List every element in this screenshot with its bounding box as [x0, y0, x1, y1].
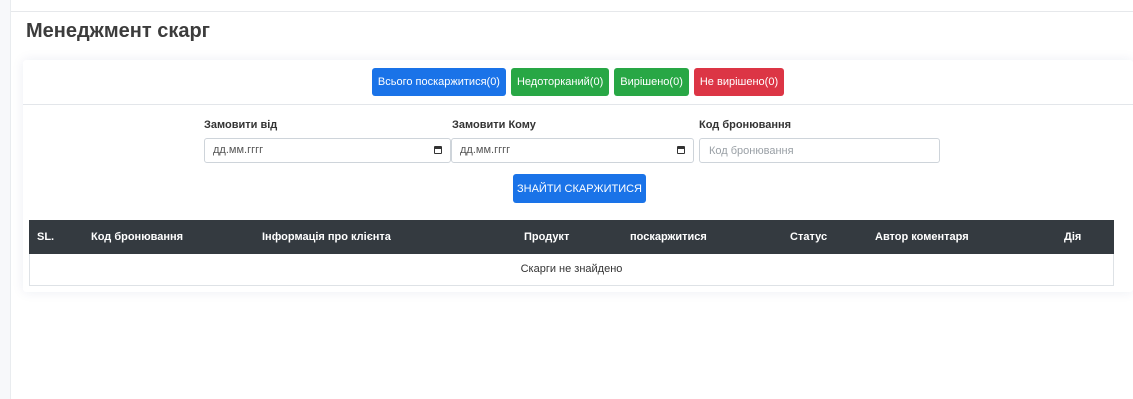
empty-table-message: Скарги не знайдено	[29, 254, 1114, 286]
complaints-table-header: SL. Код бронювання Інформація про клієнт…	[29, 220, 1114, 254]
booking-code-input[interactable]	[699, 138, 940, 163]
order-from-value: дд.мм.гггг	[213, 144, 264, 156]
order-from-label: Замовити від	[204, 119, 278, 131]
order-from-date-input[interactable]: дд.мм.гггг	[204, 138, 451, 163]
untouched-button[interactable]: Недоторканий(0)	[510, 68, 610, 96]
calendar-icon[interactable]	[677, 146, 685, 154]
status-filter-buttons: Всього поскаржитися(0) Недоторканий(0) В…	[23, 68, 1133, 96]
page-title: Менеджмент скарг	[26, 20, 211, 42]
column-action: Дія	[1064, 231, 1082, 243]
column-booking-code: Код бронювання	[91, 231, 184, 243]
search-complaints-button[interactable]: ЗНАЙТИ СКАРЖИТИСЯ	[513, 174, 646, 203]
order-to-value: дд.мм.гггг	[460, 144, 511, 156]
all-complaints-button[interactable]: Всього поскаржитися(0)	[371, 68, 506, 96]
column-client-info: Інформація про клієнта	[262, 231, 391, 243]
main-content: Менеджмент скарг Всього поскаржитися(0) …	[10, 0, 1133, 399]
complaints-card: Всього поскаржитися(0) Недоторканий(0) В…	[23, 60, 1133, 292]
booking-code-label: Код бронювання	[699, 119, 792, 131]
unresolved-button[interactable]: Не вирішено(0)	[693, 68, 785, 96]
header-divider	[11, 11, 1133, 12]
column-sl: SL.	[37, 231, 55, 243]
order-to-date-input[interactable]: дд.мм.гггг	[451, 138, 694, 163]
column-complaint: поскаржитися	[630, 231, 707, 243]
order-to-label: Замовити Кому	[452, 119, 536, 131]
resolved-button[interactable]: Вирішено(0)	[614, 68, 689, 96]
calendar-icon[interactable]	[434, 146, 442, 154]
column-product: Продукт	[524, 231, 570, 243]
column-status: Статус	[790, 231, 828, 243]
column-comment-author: Автор коментаря	[875, 231, 969, 243]
card-divider	[23, 104, 1133, 105]
